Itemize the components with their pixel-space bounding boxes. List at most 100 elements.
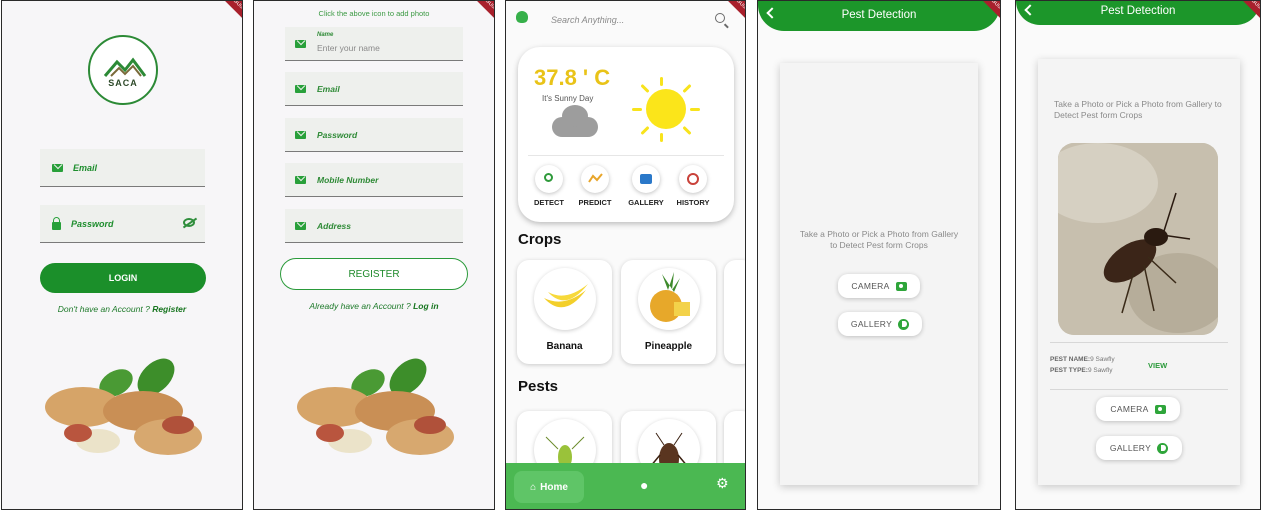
pest-photo (1058, 143, 1218, 335)
profile-icon[interactable]: ● (640, 477, 648, 493)
app-bar: Pest Detection (758, 1, 1000, 31)
name-field[interactable]: Name Enter your name (285, 27, 463, 61)
pest-name-value: 9 Sawfly (1090, 356, 1115, 363)
gallery-button[interactable]: GALLERY (624, 165, 668, 207)
nav-home-button[interactable]: ⌂ Home (514, 471, 584, 503)
peanuts-image (297, 358, 454, 455)
weather-condition: It's Sunny Day (542, 94, 594, 103)
mail-icon (295, 176, 306, 184)
gallery-label: GALLERY (1109, 443, 1152, 453)
camera-label: CAMERA (1110, 404, 1149, 414)
email-label: Email (73, 162, 98, 173)
sun-ray (690, 108, 700, 111)
history-icon (679, 165, 707, 193)
pest-type-row: PEST TYPE:9 Sawfly (1050, 367, 1113, 374)
detection-card: Take a Photo or Pick a Photo from Galler… (1038, 59, 1240, 485)
pests-heading: Pests (518, 378, 559, 395)
sun-ray (660, 77, 663, 86)
detection-card: Take a Photo or Pick a Photo from Galler… (780, 63, 978, 485)
password-label: Password (71, 218, 114, 229)
name-label: Name (317, 32, 334, 38)
address-label: Address (317, 221, 352, 231)
sun-icon (646, 89, 686, 129)
home-icon: ⌂ (530, 481, 537, 493)
logo-text: SACA (108, 78, 138, 88)
camera-icon (632, 165, 660, 193)
alarm-icon[interactable] (516, 11, 528, 23)
login-screen: DEBUG SACA Email Password LOGIN Don't ha… (1, 0, 243, 510)
have-account-text: Already have an Account ? (309, 301, 414, 311)
gallery-button[interactable]: GALLERY (838, 312, 922, 336)
login-button[interactable]: LOGIN (40, 263, 206, 293)
predict-button[interactable]: PREDICT (573, 165, 617, 207)
divider (1050, 389, 1228, 390)
detect-button[interactable]: DETECT (527, 165, 571, 207)
gallery-label: GALLERY (628, 198, 664, 207)
divider (528, 155, 724, 156)
sun-ray (640, 125, 650, 136)
search-input[interactable]: Search Anything... (551, 15, 624, 25)
weather-card: 37.8 ' C It's Sunny Day DETECT PREDICT G… (518, 47, 734, 222)
detect-label: DETECT (534, 198, 564, 207)
history-label: HISTORY (676, 198, 710, 207)
nav-home-label: Home (540, 481, 568, 493)
register-link[interactable]: Register (152, 304, 186, 314)
camera-icon (895, 281, 907, 291)
pest-detection-empty-screen: Pest Detection DEBUG Take a Photo or Pic… (757, 0, 1001, 510)
login-link[interactable]: Log in (413, 301, 439, 311)
lock-icon (52, 216, 61, 230)
mobile-field[interactable]: Mobile Number (285, 163, 463, 197)
mobile-label: Mobile Number (317, 175, 379, 185)
register-screen: DEBUG Click the above icon to add photo … (253, 0, 495, 510)
bottom-navigation: ⌂ Home ● ⚙ (506, 463, 745, 509)
password-field[interactable]: Password (285, 118, 463, 152)
email-field[interactable]: Email (40, 149, 205, 187)
mail-icon (295, 85, 306, 93)
cloud-icon (552, 105, 598, 137)
pineapple-image (638, 268, 700, 330)
pest-type-label: PEST TYPE: (1050, 367, 1088, 374)
crop-card-partial[interactable] (724, 260, 745, 364)
settings-icon[interactable]: ⚙ (716, 475, 729, 492)
crop-card-pineapple[interactable]: Pineapple (621, 260, 716, 364)
crops-heading: Crops (518, 231, 562, 248)
sun-ray (632, 108, 642, 111)
view-link[interactable]: VIEW (1148, 361, 1167, 370)
predict-label: PREDICT (578, 198, 612, 207)
crop-card-banana[interactable]: Banana (517, 260, 612, 364)
pest-name-row: PEST NAME:9 Sawfly (1050, 356, 1115, 363)
add-photo-hint: Click the above icon to add photo (318, 9, 430, 18)
sun-ray (682, 83, 692, 94)
password-label: Password (317, 130, 358, 140)
gallery-button[interactable]: GALLERY (1096, 436, 1182, 460)
page-title: Pest Detection (841, 9, 917, 21)
address-field[interactable]: Address (285, 209, 463, 243)
sun-ray (682, 125, 692, 136)
mail-icon (52, 163, 63, 172)
search-icon[interactable] (715, 13, 725, 23)
instruction-text: Take a Photo or Pick a Photo from Galler… (799, 229, 959, 250)
eye-off-icon[interactable] (183, 218, 195, 227)
pest-type-value: 9 Sawfly (1087, 367, 1113, 374)
register-button[interactable]: REGISTER (280, 258, 468, 290)
camera-button[interactable]: CAMERA (838, 274, 920, 298)
mail-icon (295, 131, 306, 139)
email-label: Email (317, 84, 340, 94)
page-title: Pest Detection (1100, 5, 1176, 17)
search-icon (535, 165, 563, 193)
trend-icon (581, 165, 609, 193)
mail-icon (295, 222, 306, 230)
camera-button[interactable]: CAMERA (1096, 397, 1180, 421)
history-button[interactable]: HISTORY (671, 165, 715, 207)
pest-name-label: PEST NAME: (1050, 356, 1091, 363)
mail-icon (295, 40, 306, 48)
search-bar[interactable]: Search Anything... (516, 9, 735, 31)
email-field[interactable]: Email (285, 72, 463, 106)
password-field[interactable]: Password (40, 205, 205, 243)
peanuts-image (45, 358, 202, 455)
mountain-icon (103, 57, 147, 77)
app-bar: Pest Detection (1016, 1, 1260, 25)
gallery-label: GALLERY (850, 319, 893, 329)
name-placeholder: Enter your name (317, 43, 380, 53)
banana-image (534, 268, 596, 330)
